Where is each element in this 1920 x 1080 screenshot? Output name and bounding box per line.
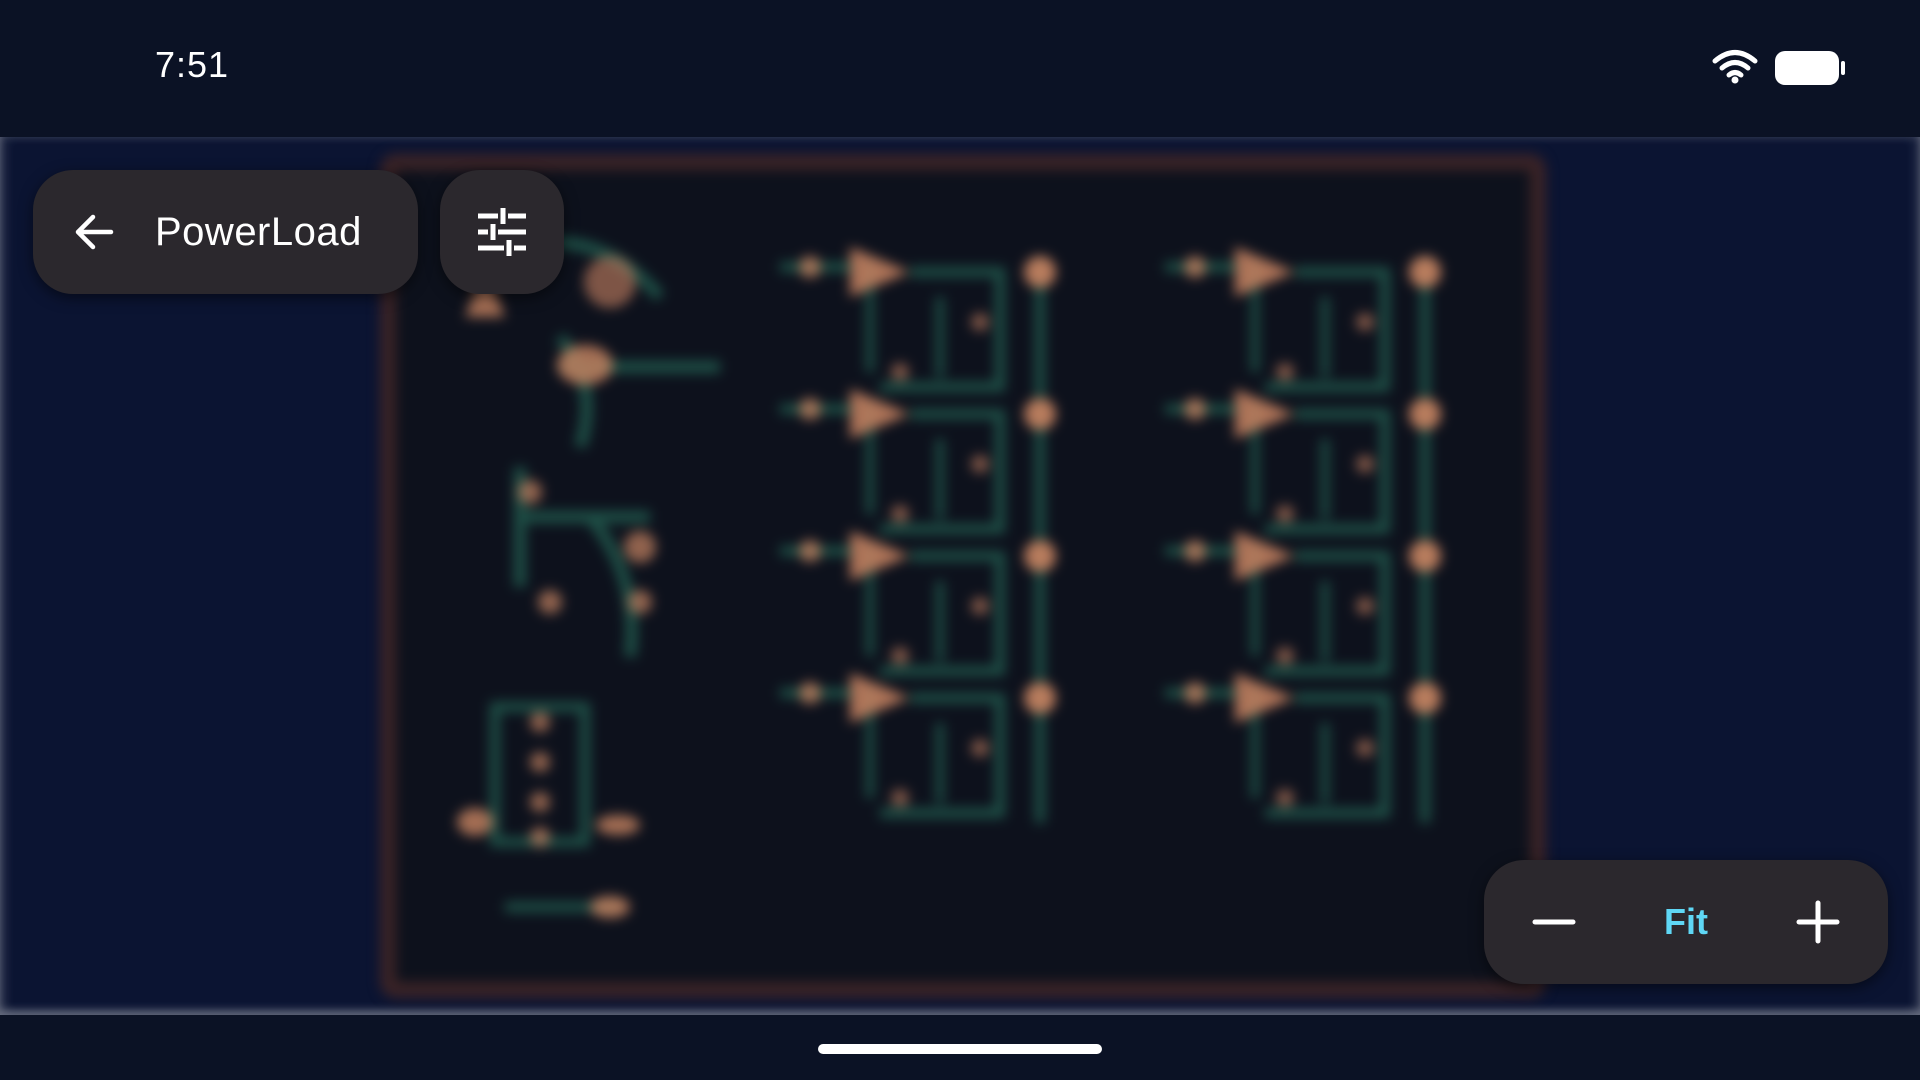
battery-icon [1775,51,1845,85]
plus-icon [1796,900,1840,944]
zoom-controls: Fit [1484,860,1888,984]
zoom-out-button[interactable] [1492,860,1616,984]
title-bar: PowerLoad [33,170,418,294]
document-title: PowerLoad [155,209,362,254]
home-indicator[interactable] [818,1044,1102,1054]
status-time: 7:51 [155,44,230,85]
status-bar: 7:51 [0,0,1920,137]
zoom-in-button[interactable] [1756,860,1880,984]
minus-icon [1532,919,1576,925]
zoom-fit-button[interactable]: Fit [1604,860,1768,984]
layer-settings-button[interactable] [440,170,564,294]
tune-sliders-icon [478,208,526,256]
app-screen: 7:51 PowerLoad Fit [0,0,1920,1080]
arrow-left-icon[interactable] [69,207,119,257]
wifi-icon [1712,50,1758,84]
